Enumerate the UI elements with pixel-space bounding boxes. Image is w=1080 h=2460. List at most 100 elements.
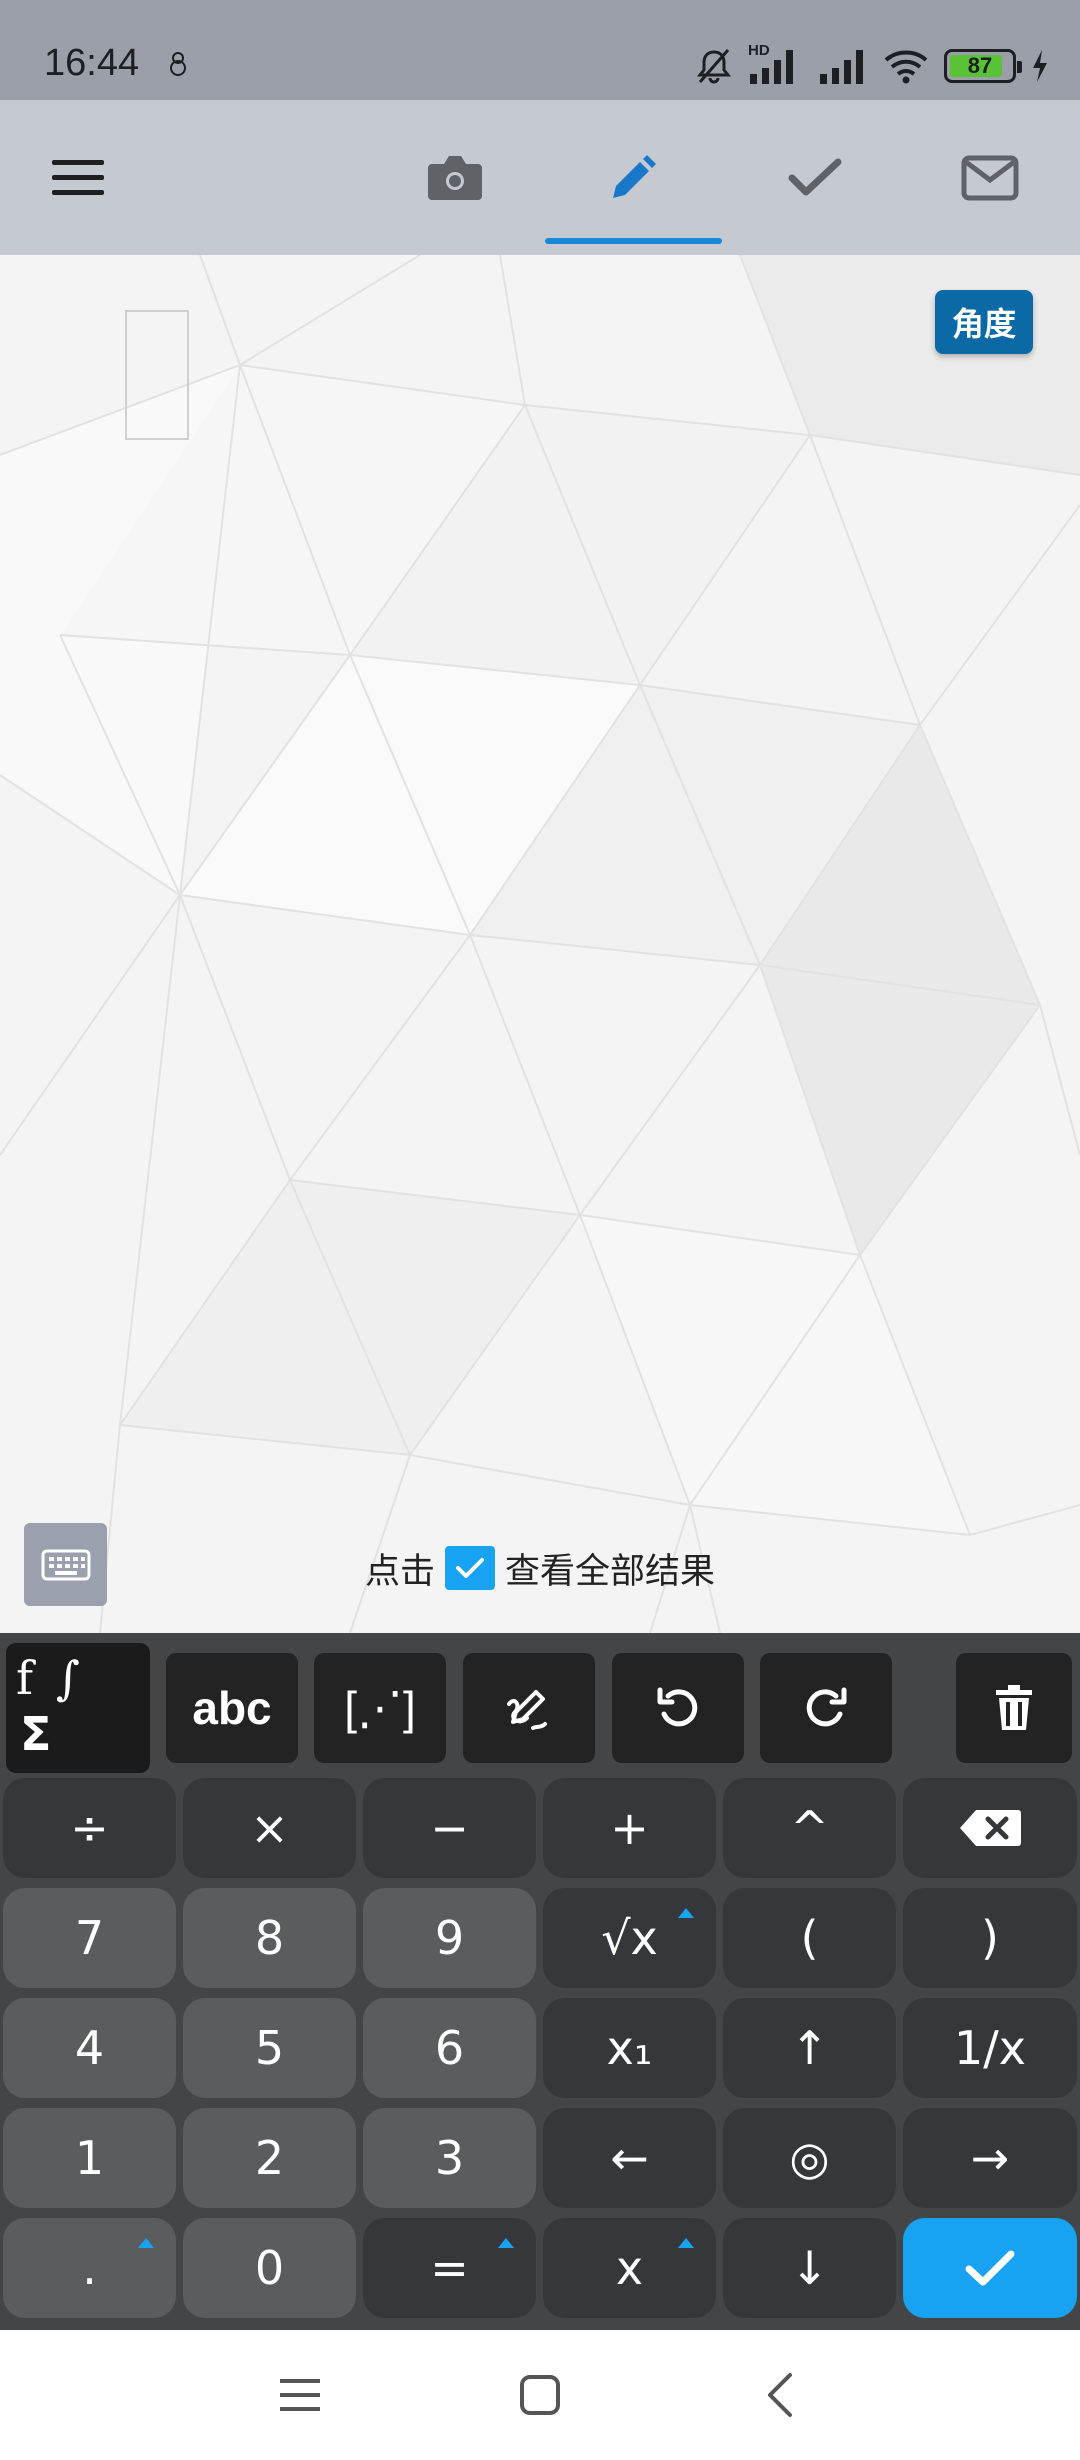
key-rparen[interactable]: ) bbox=[903, 1888, 1077, 1988]
redo-key[interactable] bbox=[760, 1653, 892, 1763]
home-button[interactable] bbox=[500, 2355, 580, 2435]
mute-bell-icon bbox=[696, 49, 732, 84]
input-cursor-box[interactable] bbox=[125, 310, 189, 440]
check-icon bbox=[788, 158, 842, 195]
key-backspace[interactable] bbox=[903, 1778, 1077, 1878]
math-keyboard: f ∫ Σ abc [⋰] ÷ × − + ^ 7 8 9 √x () 4 5… bbox=[0, 1633, 1080, 2330]
handwriting-icon bbox=[507, 1690, 547, 1730]
recent-apps-button[interactable] bbox=[260, 2355, 340, 2435]
pencil-tab[interactable] bbox=[545, 100, 720, 255]
key-label: x bbox=[615, 2241, 644, 2295]
more-options-indicator bbox=[498, 2238, 514, 2248]
key-plus[interactable]: + bbox=[543, 1778, 716, 1878]
key-label: ) bbox=[981, 1911, 999, 1965]
key-label: = bbox=[430, 2241, 469, 2295]
key-label: ÷ bbox=[70, 1801, 109, 1855]
key-8[interactable]: 8 bbox=[183, 1888, 356, 1988]
back-icon bbox=[768, 2373, 792, 2417]
signal-icon-2 bbox=[820, 50, 863, 84]
matrix-key[interactable]: [⋰] bbox=[314, 1653, 446, 1763]
key-center[interactable]: ◎ bbox=[723, 2108, 896, 2208]
math-key-f: f bbox=[16, 1651, 34, 1705]
status-icons: HD 87 bbox=[694, 42, 1050, 88]
key-label: 0 bbox=[254, 2241, 285, 2295]
key-equals[interactable]: = bbox=[363, 2218, 536, 2318]
camera-tab[interactable] bbox=[410, 100, 500, 255]
key-reciprocal[interactable]: 1/x bbox=[903, 1998, 1077, 2098]
key-label: + bbox=[610, 1801, 649, 1855]
key-9[interactable]: 9 bbox=[363, 1888, 536, 1988]
key-0[interactable]: 0 bbox=[183, 2218, 356, 2318]
camera-icon bbox=[428, 155, 482, 200]
menu-button[interactable] bbox=[38, 100, 118, 255]
key-4[interactable]: 4 bbox=[3, 1998, 176, 2098]
key-right[interactable]: → bbox=[903, 2108, 1077, 2208]
undo-key[interactable] bbox=[612, 1653, 744, 1763]
status-time: 16:44 bbox=[44, 42, 140, 84]
handwriting-key[interactable] bbox=[463, 1653, 595, 1763]
show-all-results-hint: 点击 查看全部结果 bbox=[0, 1540, 1080, 1596]
signal-icon bbox=[750, 50, 793, 84]
snowman-icon bbox=[170, 52, 186, 76]
key-minus[interactable]: − bbox=[363, 1778, 536, 1878]
key-label: ( bbox=[800, 1911, 819, 1965]
key-dot[interactable]: . bbox=[3, 2218, 176, 2318]
show-all-results-checkbox[interactable] bbox=[445, 1546, 495, 1590]
more-options-indicator bbox=[678, 1908, 694, 1918]
key-multiply[interactable]: × bbox=[183, 1778, 356, 1878]
key-label: × bbox=[250, 1801, 289, 1855]
key-label: 9 bbox=[434, 1911, 465, 1965]
key-label: √x bbox=[601, 1911, 658, 1965]
math-key-sigma: Σ bbox=[20, 1707, 52, 1761]
undo-icon bbox=[657, 1687, 698, 1727]
charging-icon bbox=[1033, 50, 1047, 82]
key-label: ← bbox=[610, 2131, 649, 2185]
key-label: ↓ bbox=[790, 2241, 829, 2295]
key-1[interactable]: 1 bbox=[3, 2108, 176, 2208]
mail-tab[interactable] bbox=[945, 100, 1035, 255]
key-label: 1/x bbox=[954, 2021, 1026, 2075]
back-button[interactable] bbox=[740, 2355, 820, 2435]
key-divide[interactable]: ÷ bbox=[3, 1778, 176, 1878]
key-x[interactable]: x bbox=[543, 2218, 716, 2318]
key-label: → bbox=[970, 2131, 1010, 2185]
key-label: 5 bbox=[254, 2021, 285, 2075]
math-functions-key[interactable]: f ∫ Σ bbox=[6, 1643, 150, 1773]
key-7[interactable]: 7 bbox=[3, 1888, 176, 1988]
key-label: 8 bbox=[254, 1911, 285, 1965]
key-label: . bbox=[82, 2241, 97, 2295]
key-label: 2 bbox=[254, 2131, 285, 2185]
math-key-integral: ∫ bbox=[56, 1651, 80, 1705]
key-label: 3 bbox=[434, 2131, 465, 2185]
key-label: ↑ bbox=[790, 2021, 829, 2075]
key-down[interactable]: ↓ bbox=[723, 2218, 896, 2318]
check-icon bbox=[965, 2250, 1015, 2286]
check-icon bbox=[456, 1558, 484, 1578]
abc-key[interactable]: abc bbox=[166, 1653, 298, 1763]
key-label: 1 bbox=[74, 2131, 105, 2185]
clear-key[interactable] bbox=[956, 1653, 1072, 1763]
pencil-icon bbox=[612, 154, 656, 198]
check-tab[interactable] bbox=[770, 100, 860, 255]
more-options-indicator bbox=[138, 2238, 154, 2248]
angle-mode-button[interactable]: 角度 bbox=[935, 290, 1033, 354]
key-label: ^ bbox=[790, 1801, 829, 1855]
key-left[interactable]: ← bbox=[543, 2108, 716, 2208]
key-up[interactable]: ↑ bbox=[723, 1998, 896, 2098]
key-lparen[interactable]: ( bbox=[723, 1888, 896, 1988]
key-subscript[interactable]: x₁ bbox=[543, 1998, 716, 2098]
key-3[interactable]: 3 bbox=[363, 2108, 536, 2208]
key-label: 6 bbox=[434, 2021, 465, 2075]
battery-indicator: 87 bbox=[944, 49, 1022, 83]
active-tab-indicator bbox=[545, 238, 722, 244]
key-sqrt[interactable]: √x bbox=[543, 1888, 716, 1988]
mail-icon bbox=[961, 155, 1019, 200]
key-confirm[interactable] bbox=[903, 2218, 1077, 2318]
writing-canvas[interactable]: 角度 点击 查看全部结果 bbox=[0, 255, 1080, 1633]
geometric-background bbox=[0, 255, 1080, 1633]
key-5[interactable]: 5 bbox=[183, 1998, 356, 2098]
key-6[interactable]: 6 bbox=[363, 1998, 536, 2098]
menu-icon bbox=[52, 159, 104, 195]
key-2[interactable]: 2 bbox=[183, 2108, 356, 2208]
key-power[interactable]: ^ bbox=[723, 1778, 896, 1878]
